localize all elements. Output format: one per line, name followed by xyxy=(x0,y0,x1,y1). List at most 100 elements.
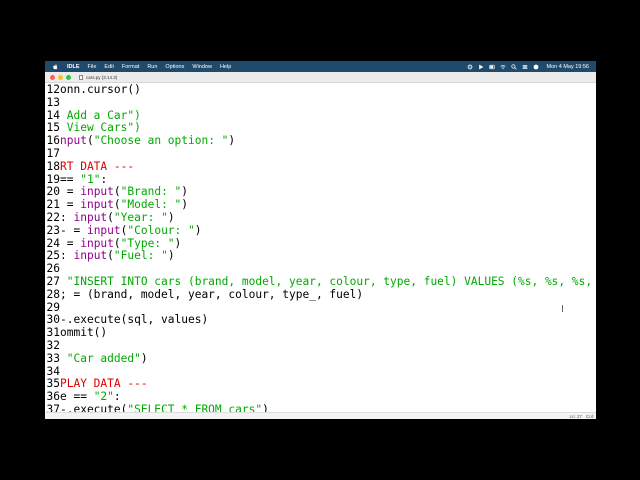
minimize-button[interactable] xyxy=(58,74,63,80)
line-number: 22 xyxy=(46,211,60,224)
code-line[interactable]: 35PLAY DATA --- xyxy=(45,377,148,390)
code-token: : xyxy=(60,211,74,224)
code-line[interactable]: 37-.execute("SELECT * FROM cars") xyxy=(45,403,269,412)
code-token: "Colour: " xyxy=(127,223,195,237)
play-icon[interactable] xyxy=(478,64,484,70)
code-token: ommit() xyxy=(60,326,108,340)
menu-edit[interactable]: Edit xyxy=(104,64,113,70)
search-icon[interactable] xyxy=(510,63,517,70)
code-token: "Type: " xyxy=(120,236,175,250)
line-number: 36 xyxy=(46,390,60,404)
code-line[interactable]: 16nput("Choose an option: ") xyxy=(45,134,236,148)
wifi-icon[interactable] xyxy=(499,64,506,70)
code-token: PLAY DATA --- xyxy=(60,377,148,391)
code-token: "Year: " xyxy=(113,211,168,224)
code-token: ) xyxy=(174,236,182,250)
code-token: e == xyxy=(60,390,94,404)
code-token: : xyxy=(113,390,121,404)
code-line[interactable]: 31ommit() xyxy=(45,326,108,340)
title-bar[interactable]: cars.py (3.14.3) xyxy=(45,72,596,83)
control-center-icon[interactable] xyxy=(522,64,528,70)
code-line[interactable]: 19== "1": xyxy=(45,172,108,186)
code-line[interactable]: 26 xyxy=(45,262,60,275)
code-token: Add a Car") xyxy=(60,108,141,122)
zoom-button[interactable] xyxy=(66,74,71,80)
code-token: ( xyxy=(113,198,121,212)
line-number: 20 xyxy=(46,185,60,199)
code-line[interactable]: 34 xyxy=(45,365,60,378)
line-number: 23 xyxy=(46,223,60,237)
menu-format[interactable]: Format xyxy=(122,64,139,70)
code-editor[interactable]: 12onn.cursor() 13 14 Add a Car") 15 View Ca… xyxy=(45,83,596,412)
code-line[interactable]: 32 xyxy=(45,339,60,352)
code-token: ) xyxy=(181,198,189,212)
line-number: 14 xyxy=(46,108,60,122)
code-line[interactable]: 18RT DATA --- xyxy=(45,159,135,173)
apple-icon[interactable] xyxy=(51,61,59,72)
code-token: input xyxy=(80,236,114,250)
code-token: "SELECT * FROM cars" xyxy=(127,403,263,412)
code-token: "Car added" xyxy=(66,351,141,365)
code-token: ( xyxy=(113,236,121,250)
menu-file[interactable]: File xyxy=(88,64,97,70)
menu-clock[interactable]: Mon 4 May 19:56 xyxy=(547,64,590,70)
code-token: ) xyxy=(262,403,269,412)
line-number: 26 xyxy=(46,262,60,276)
code-token: input xyxy=(80,198,114,212)
code-token: ( xyxy=(113,185,121,199)
code-line[interactable]: 15 View Cars") xyxy=(45,121,141,134)
code-token: input xyxy=(86,223,121,237)
code-token: ) xyxy=(181,185,189,199)
line-number: 34 xyxy=(46,364,60,378)
code-line[interactable]: 21 = input("Model: ") xyxy=(45,198,189,212)
code-token: input xyxy=(73,211,108,224)
code-line[interactable]: 25: input("Fuel: ") xyxy=(45,249,175,262)
code-token: ; = (brand, model, year, colour, type_, … xyxy=(60,287,364,301)
code-token: : xyxy=(100,172,108,186)
siri-icon[interactable] xyxy=(533,64,539,70)
code-line[interactable]: 12onn.cursor() xyxy=(45,83,141,96)
menu-app-name[interactable]: IDLE xyxy=(67,64,80,70)
idle-editor-window: cars.py (3.14.3) 12onn.cursor() 13 14 Add … xyxy=(45,72,596,419)
code-line[interactable]: 27 "INSERT INTO cars (brand, model, year… xyxy=(45,275,596,288)
code-line[interactable]: 20 = input("Brand: ") xyxy=(45,185,189,199)
code-token: = xyxy=(60,185,81,199)
line-number: 30 xyxy=(46,313,60,327)
code-token: == xyxy=(60,172,81,186)
gear-icon[interactable] xyxy=(467,64,473,70)
code-line[interactable]: 33 "Car added") xyxy=(45,352,148,365)
code-line[interactable]: 24 = input("Type: ") xyxy=(45,236,182,250)
code-line[interactable]: 23- = input("Colour: ") xyxy=(45,224,202,237)
code-token: "2" xyxy=(93,390,114,404)
code-token: ( xyxy=(107,211,114,224)
battery-icon[interactable] xyxy=(488,64,495,70)
code-token: ) xyxy=(167,249,175,263)
line-number: 32 xyxy=(46,339,60,352)
code-token: nput xyxy=(60,134,87,148)
code-line[interactable]: 36e == "2": xyxy=(45,390,121,403)
code-line[interactable]: 22: input("Year: ") xyxy=(45,211,175,224)
menu-options[interactable]: Options xyxy=(165,64,184,70)
code-token: View Cars") xyxy=(60,121,141,135)
code-token: ) xyxy=(228,134,236,148)
close-button[interactable] xyxy=(50,74,55,80)
menu-help[interactable]: Help xyxy=(220,64,231,70)
code-line[interactable]: 13 xyxy=(45,96,60,109)
text-cursor-icon xyxy=(562,305,565,312)
code-token: input xyxy=(80,185,114,199)
line-number: 35 xyxy=(46,377,60,391)
status-area: Mon 4 May 19:56 xyxy=(467,64,597,70)
code-token: "INSERT INTO cars (brand, model, year, c… xyxy=(60,275,596,288)
code-line[interactable]: 14 Add a Car") xyxy=(45,109,141,122)
code-token: -.execute(sql, values) xyxy=(60,313,209,327)
menu-run[interactable]: Run xyxy=(147,64,157,70)
code-line[interactable]: 28; = (brand, model, year, colour, type_… xyxy=(45,287,364,301)
line-number: 28 xyxy=(46,287,60,301)
line-number: 13 xyxy=(46,95,60,109)
menu-bar: IDLE File Edit Format Run Options Window… xyxy=(45,61,596,72)
line-number: 18 xyxy=(46,159,60,173)
code-line[interactable]: 17 xyxy=(45,147,60,160)
code-line[interactable]: 29 xyxy=(45,301,60,314)
code-line[interactable]: 30-.execute(sql, values) xyxy=(45,313,209,327)
menu-window[interactable]: Window xyxy=(192,64,212,70)
